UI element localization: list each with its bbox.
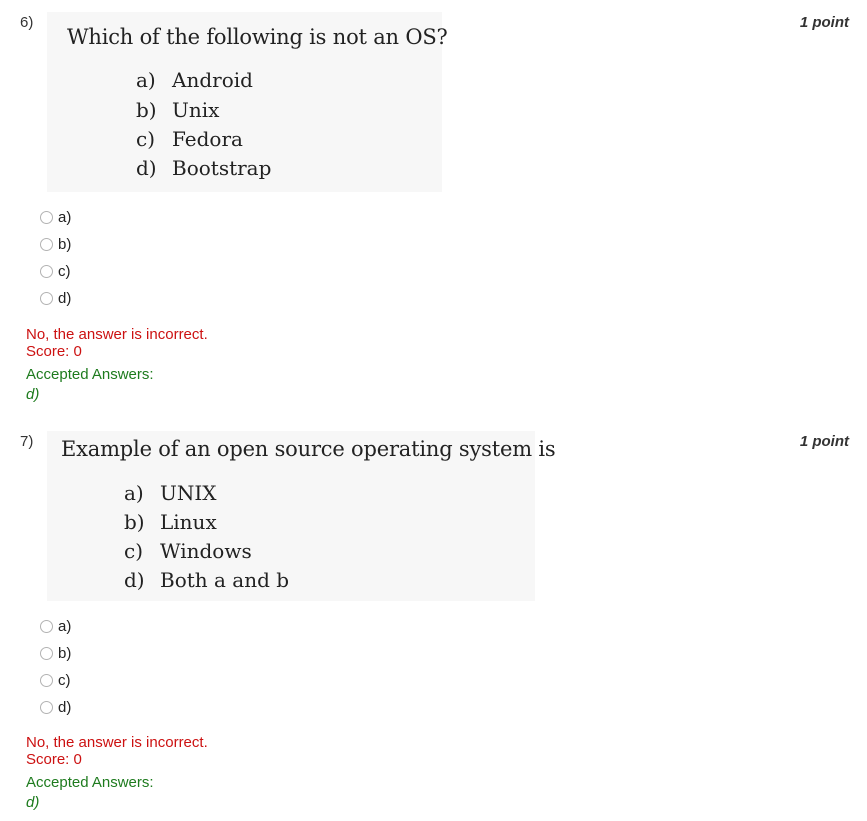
option-text: Fedora — [172, 127, 243, 151]
option-letter: a) — [124, 481, 144, 505]
option-letter: c) — [124, 539, 144, 563]
choice-label: c) — [58, 262, 71, 280]
question-text: Which of the following is not an OS? — [67, 25, 448, 49]
choice-label: b) — [58, 235, 72, 253]
radio-button[interactable] — [40, 291, 53, 305]
radio-button[interactable] — [40, 673, 53, 687]
choice-a[interactable]: a) — [40, 616, 71, 636]
question-number: 7) — [20, 433, 34, 450]
choice-label: b) — [58, 644, 72, 662]
score-text: Score: 0 — [26, 343, 82, 360]
option-letter: a) — [136, 68, 156, 92]
choice-d[interactable]: d) — [40, 697, 71, 717]
question-points: 1 point — [799, 14, 849, 31]
option-text: Unix — [172, 98, 220, 122]
option-letter: b) — [124, 510, 145, 534]
question-text: Example of an open source operating syst… — [61, 437, 556, 461]
radio-button[interactable] — [40, 700, 53, 714]
question-option: a) UNIX — [124, 481, 217, 505]
question-image: Example of an open source operating syst… — [47, 431, 556, 601]
feedback-message: No, the answer is incorrect. — [26, 734, 208, 751]
option-text: UNIX — [160, 481, 217, 505]
choice-label: d) — [58, 289, 72, 307]
question-option: c) Windows — [124, 539, 252, 563]
choice-label: d) — [58, 698, 72, 716]
question-option: d) Both a and b — [124, 568, 289, 592]
option-text: Both a and b — [160, 568, 290, 592]
question-image: Which of the following is not an OS? a) … — [47, 12, 448, 192]
choice-label: a) — [58, 617, 72, 635]
choice-label: a) — [58, 208, 72, 226]
question-points: 1 point — [799, 433, 849, 450]
feedback-message: No, the answer is incorrect. — [26, 326, 208, 343]
option-text: Windows — [160, 539, 252, 563]
radio-button[interactable] — [40, 210, 53, 224]
question-option: c) Fedora — [136, 127, 243, 151]
option-letter: c) — [136, 127, 156, 151]
option-letter: d) — [136, 156, 157, 180]
question-option: a) Android — [136, 68, 253, 92]
choice-d[interactable]: d) — [40, 288, 71, 308]
choice-label: c) — [58, 671, 71, 689]
accepted-answers-label: Accepted Answers: — [26, 774, 154, 791]
choice-b[interactable]: b) — [40, 234, 71, 254]
accepted-answer: d) — [26, 794, 40, 811]
choice-c[interactable]: c) — [40, 261, 71, 281]
question-option: d) Bootstrap — [136, 156, 271, 180]
option-letter: b) — [136, 98, 157, 122]
question-option: b) Linux — [124, 510, 217, 534]
option-text: Linux — [160, 510, 217, 534]
score-text: Score: 0 — [26, 751, 82, 768]
option-text: Android — [172, 68, 253, 92]
radio-button[interactable] — [40, 619, 53, 633]
option-letter: d) — [124, 568, 145, 592]
option-text: Bootstrap — [172, 156, 272, 180]
choice-a[interactable]: a) — [40, 207, 71, 227]
radio-button[interactable] — [40, 264, 53, 278]
accepted-answer: d) — [26, 386, 40, 403]
radio-button[interactable] — [40, 646, 53, 660]
accepted-answers-label: Accepted Answers: — [26, 366, 154, 383]
question-number: 6) — [20, 14, 34, 31]
question-option: b) Unix — [136, 98, 219, 122]
choice-b[interactable]: b) — [40, 643, 71, 663]
choice-c[interactable]: c) — [40, 670, 71, 690]
radio-button[interactable] — [40, 237, 53, 251]
